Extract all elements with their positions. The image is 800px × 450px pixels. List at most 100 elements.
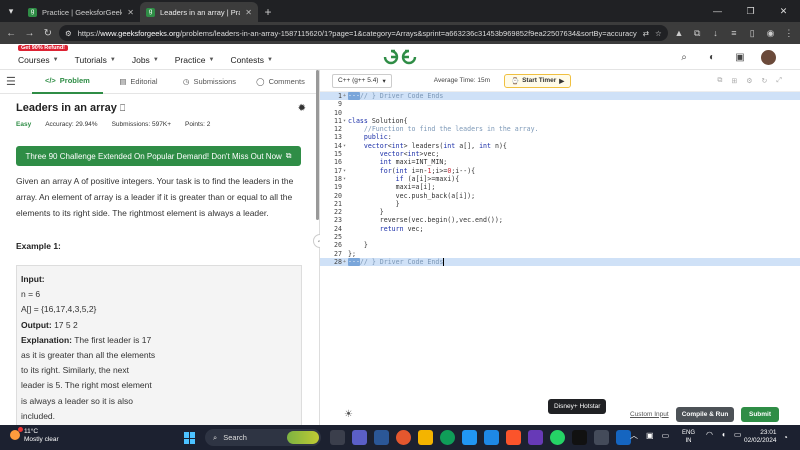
reload-icon[interactable]: ↻ [41, 25, 55, 41]
translate-icon[interactable]: ⇄ [643, 29, 649, 38]
language-indicator[interactable]: ENG IN [682, 429, 695, 445]
tab-editorial[interactable]: ▤ Editorial [103, 70, 174, 94]
chevron-down-icon: ▾ [382, 77, 386, 85]
windows-taskbar: 11°C Mostly clear ⌕ Search ︿ ▣ ▭ ENG IN ◠ … [0, 425, 800, 450]
mail-icon[interactable] [462, 430, 477, 445]
start-timer-button[interactable]: ⌚ Start Timer ▶ [504, 73, 572, 88]
chevron-down-icon: ▼ [208, 56, 215, 63]
code-line: 23 reverse(vec.begin(),vec.end()); [334, 216, 503, 225]
url-text: https://www.geeksforgeeks.org/problems/l… [77, 28, 637, 38]
chevron-up-icon[interactable]: ︿ [630, 430, 638, 441]
language-select[interactable]: C++ (g++ 5.4) ▾ [332, 73, 392, 88]
compile-run-button[interactable]: Compile & Run [676, 406, 734, 422]
explanation-line: is always a leader so it is also [21, 395, 133, 406]
back-icon[interactable]: ← [4, 25, 18, 41]
search-icon[interactable]: ⌕ [677, 50, 691, 64]
file-explorer-icon[interactable] [418, 430, 433, 445]
problem-description: Given an array A of positive integers. Y… [16, 176, 294, 218]
comment-icon: ◯ [256, 77, 265, 86]
theme-toggle-icon[interactable]: ☀ [344, 409, 353, 420]
profile-icon[interactable]: ◉ [763, 25, 777, 41]
battery-level-icon[interactable]: ▭ [734, 430, 742, 439]
code-line: 24 return vec; [334, 224, 424, 233]
taskbar-search[interactable]: ⌕ Search [205, 429, 321, 446]
promo-badge[interactable]: Get 90% Refund! [18, 45, 69, 51]
reading-list-icon[interactable]: ≡ [727, 25, 741, 41]
weather-widget[interactable]: 11°C Mostly clear [10, 427, 59, 444]
main-nav: Courses ▼ Tutorials ▼ Jobs ▼ Practice ▼ Cont… [18, 55, 273, 65]
tab-search-icon[interactable]: ▾ [0, 0, 22, 22]
tab-submissions[interactable]: ◷ Submissions [174, 70, 245, 94]
copy-icon[interactable]: ⧉ [717, 77, 722, 85]
close-window-icon[interactable]: ✕ [767, 0, 800, 22]
browser-tab-leaders[interactable]: g Leaders in an array | Practice | G ✕ [140, 2, 258, 22]
geeksforgeeks-logo-icon[interactable] [383, 48, 417, 66]
code-lines[interactable]: 1 + ···// } Driver Code Ends 9 10 11 ▾ class… [320, 92, 800, 267]
hamburger-menu-icon[interactable]: ☰ [6, 75, 18, 88]
custom-input-link[interactable]: Custom Input [630, 411, 669, 418]
teams-icon[interactable] [352, 430, 367, 445]
browser-tab-strip: ▾ g Practice | GeeksforGeeks | A co ✕ g … [0, 0, 800, 22]
difficulty-badge: Easy [16, 121, 32, 128]
edge-icon[interactable] [440, 430, 455, 445]
nav-practice[interactable]: Practice ▼ [175, 55, 215, 65]
new-tab-icon[interactable]: + [258, 2, 278, 22]
battery-icon[interactable]: ▭ [662, 431, 670, 440]
dark-mode-icon[interactable]: ◐ [705, 50, 719, 64]
extension-icon[interactable]: ▲ [672, 25, 686, 41]
sidebar-icon[interactable]: ▯ [745, 25, 759, 41]
chevron-down-icon: ▼ [52, 56, 59, 63]
widgets-icon[interactable] [374, 430, 389, 445]
menu-icon[interactable]: ⋮ [782, 25, 796, 41]
volume-icon[interactable]: ◖ [721, 430, 726, 439]
submit-button[interactable]: Submit [741, 406, 779, 422]
save-icon[interactable]: ⊞ [731, 77, 737, 85]
settings-icon[interactable]: ⚙ [746, 77, 752, 85]
weather-icon [10, 427, 23, 440]
wifi-icon[interactable]: ◠ [706, 430, 713, 439]
puzzle-icon[interactable]: ⧉ [690, 25, 704, 41]
vscode-icon[interactable] [616, 430, 631, 445]
forward-icon[interactable]: → [22, 25, 36, 41]
bookmark-icon[interactable]: ⎕ [120, 103, 125, 114]
close-icon[interactable]: ✕ [245, 8, 252, 17]
system-tray: ︿ ▣ ▭ [630, 430, 669, 441]
tab-comments[interactable]: ◯ Comments [245, 70, 316, 94]
nav-jobs[interactable]: Jobs ▼ [132, 55, 159, 65]
downloads-icon[interactable]: ↓ [708, 25, 722, 41]
nav-tutorials[interactable]: Tutorials ▼ [75, 55, 116, 65]
report-bug-icon[interactable]: ✹ [298, 103, 306, 114]
chrome-icon[interactable] [396, 430, 411, 445]
brave-icon[interactable] [506, 430, 521, 445]
site-info-icon[interactable]: ⚙ [65, 29, 72, 38]
notifications-icon[interactable]: ▣ [733, 50, 747, 64]
hotstar-icon[interactable] [594, 430, 609, 445]
minimize-icon[interactable]: — [701, 0, 734, 22]
challenge-banner[interactable]: Three 90 Challenge Extended On Popular D… [16, 146, 301, 166]
tab-problem[interactable]: </> Problem [31, 70, 103, 94]
address-bar[interactable]: ⚙ https://www.geeksforgeeks.org/problems… [58, 25, 668, 41]
code-line: 14 ▾ vector<int> leaders(int a[], int n){ [334, 141, 507, 150]
clock[interactable]: 23:01 02/02/2024 [744, 429, 777, 445]
code-line: 12 //Function to find the leaders in the… [334, 125, 539, 134]
reset-icon[interactable]: ↻ [762, 77, 768, 85]
code-editor[interactable]: C++ (g++ 5.4) ▾ Average Time: 15m ⌚ Start … [320, 70, 800, 425]
code-line: 20 vec.push_back(a[i]); [334, 191, 476, 200]
code-line: 18 ▾ if (a[i]>=maxi){ [334, 174, 460, 183]
browser-tab-practice[interactable]: g Practice | GeeksforGeeks | A co ✕ [22, 2, 140, 22]
fullscreen-icon[interactable]: ⤢ [776, 77, 782, 85]
nav-contests[interactable]: Contests ▼ [230, 55, 273, 65]
tray-app-icon[interactable]: ▣ [646, 431, 654, 440]
avatar[interactable] [761, 49, 776, 65]
app-icon[interactable] [528, 430, 543, 445]
task-view-icon[interactable] [330, 430, 345, 445]
nav-courses[interactable]: Courses ▼ [18, 55, 59, 65]
maximize-icon[interactable]: ❐ [734, 0, 767, 22]
notification-bell-icon[interactable]: ◔ [783, 433, 788, 442]
start-menu-icon[interactable] [184, 432, 196, 444]
capcut-icon[interactable] [572, 430, 587, 445]
store-icon[interactable] [484, 430, 499, 445]
bookmark-star-icon[interactable]: ☆ [655, 29, 662, 38]
close-icon[interactable]: ✕ [127, 8, 134, 17]
whatsapp-icon[interactable] [550, 430, 565, 445]
